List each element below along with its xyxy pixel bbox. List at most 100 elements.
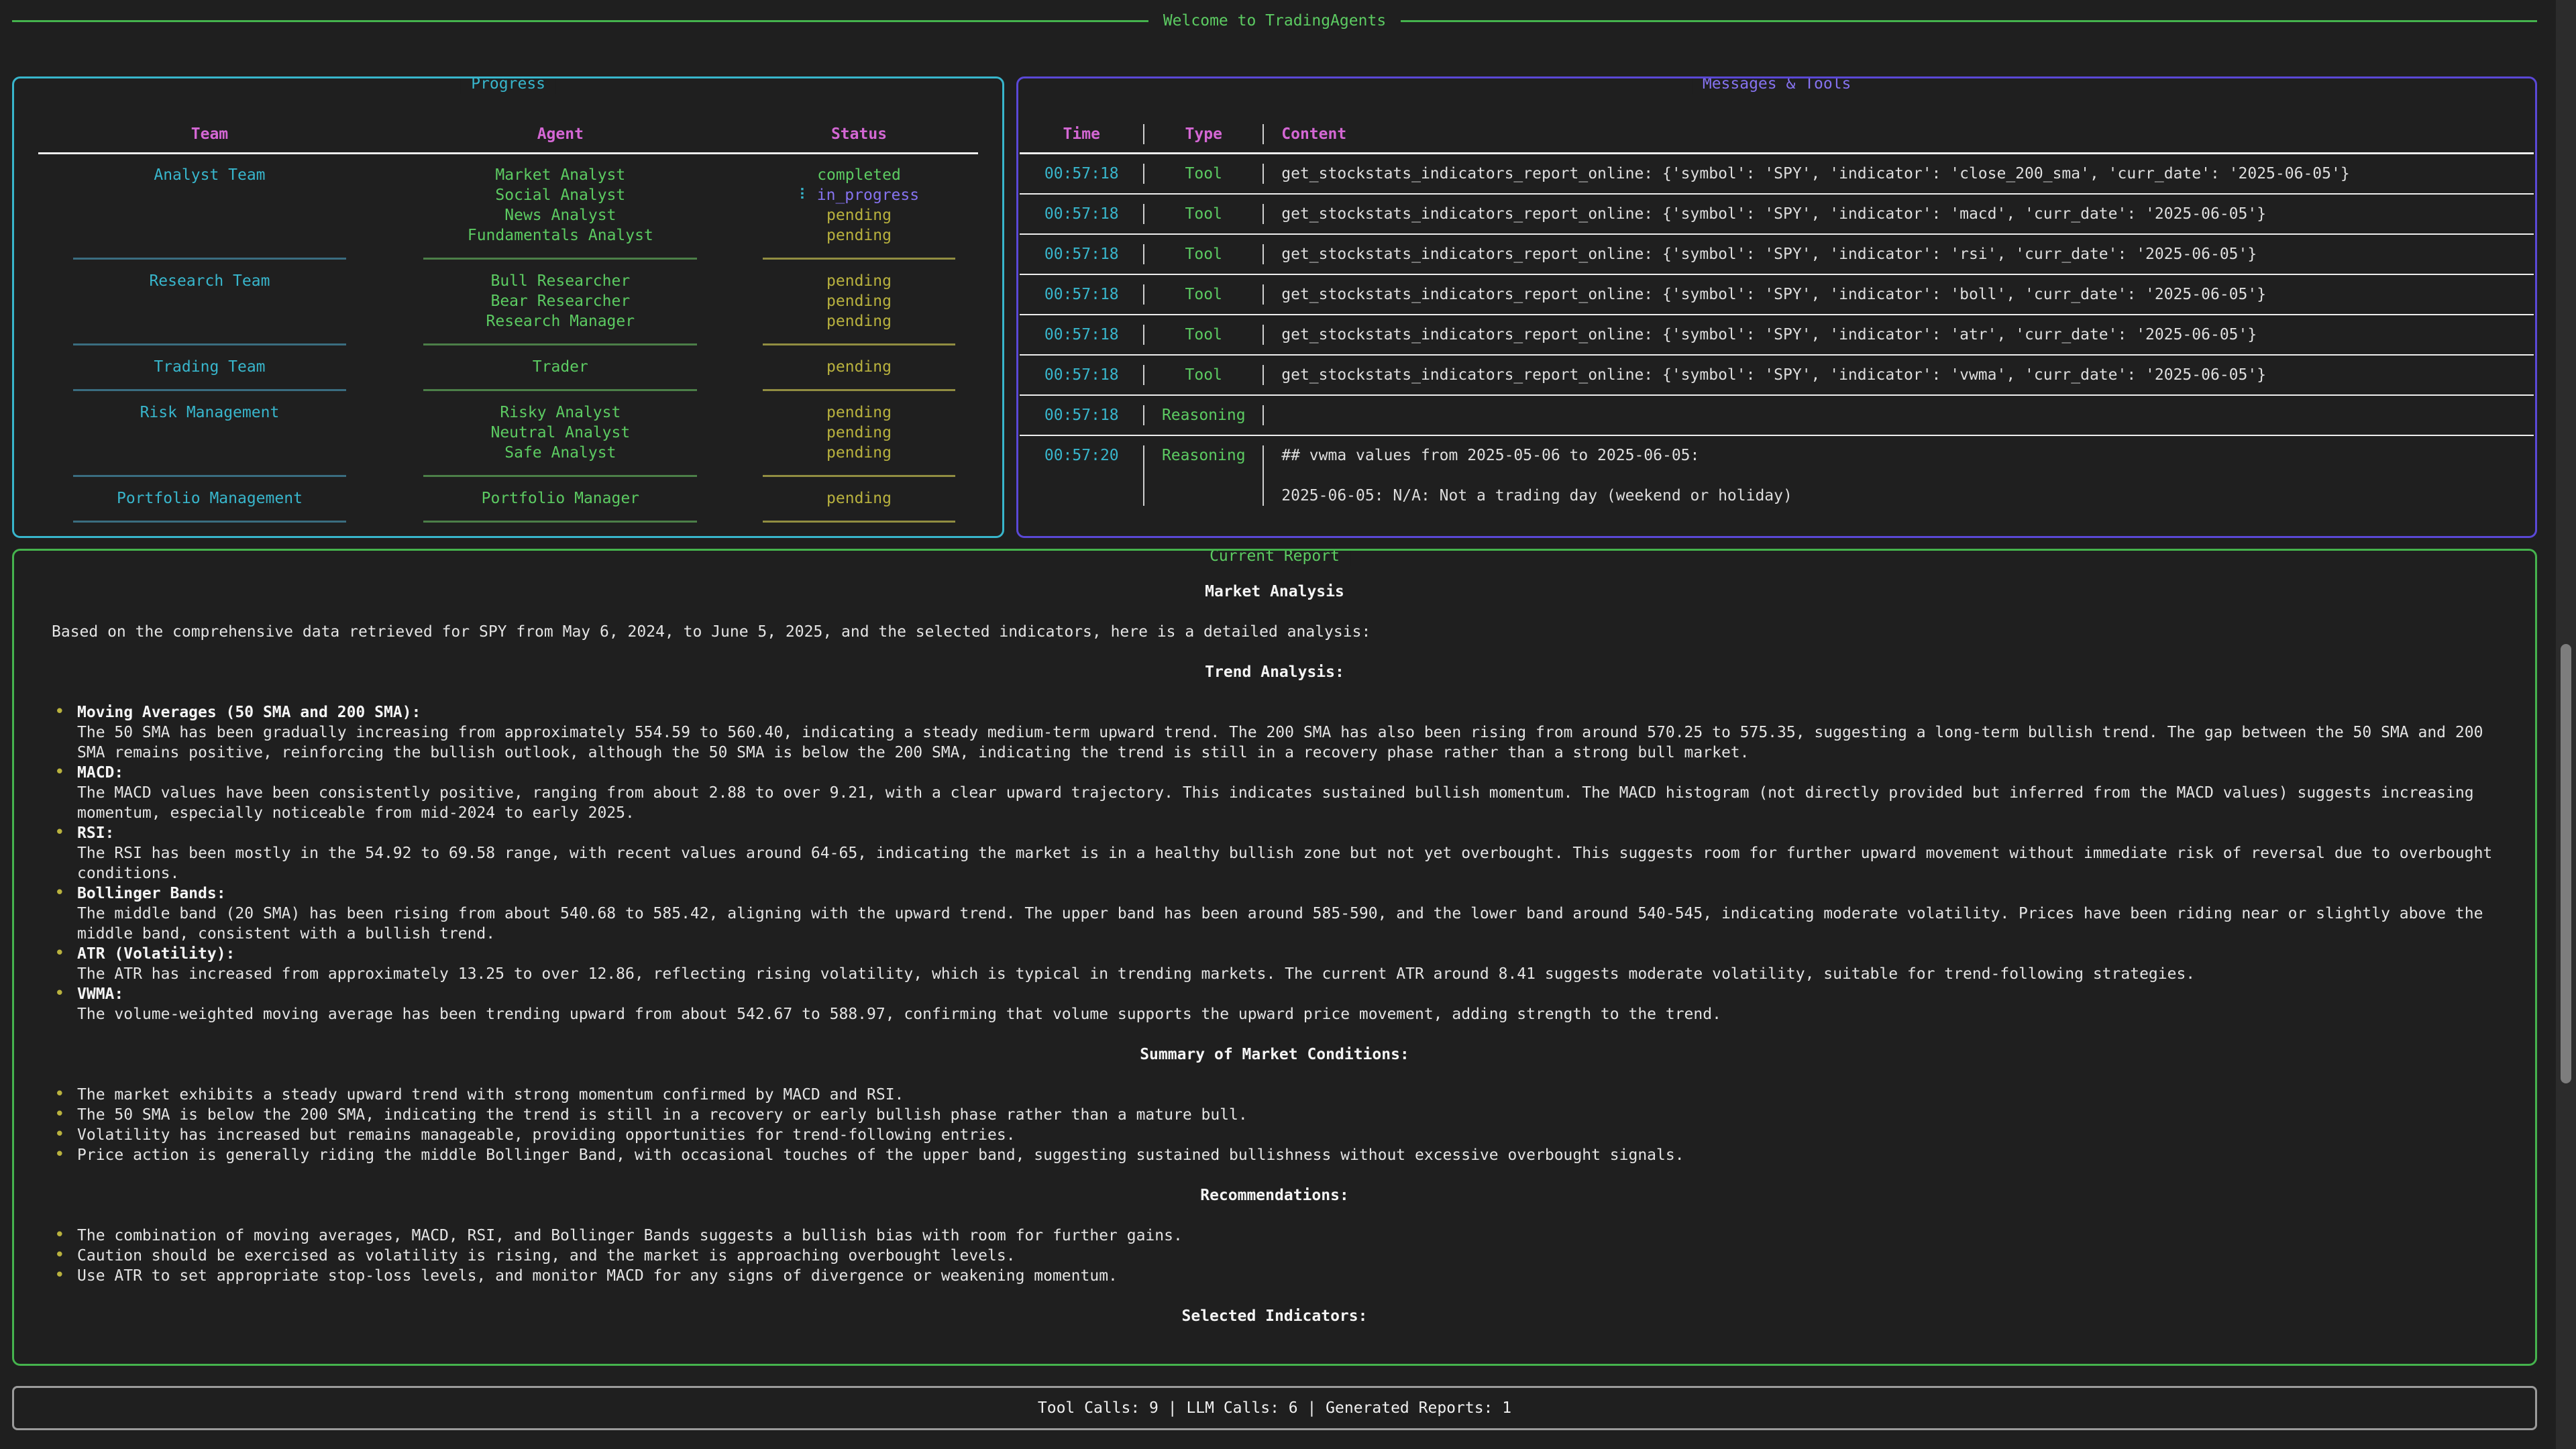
bullet-body: RSI:The RSI has been mostly in the 54.92…	[77, 823, 2498, 883]
bullet-icon: •	[54, 883, 65, 903]
bullet-list: •Moving Averages (50 SMA and 200 SMA):Th…	[52, 702, 2498, 1024]
bullet-item: •RSI:The RSI has been mostly in the 54.9…	[52, 823, 2498, 883]
message-time: 00:57:18	[1020, 204, 1144, 224]
bullet-item: • Use ATR to set appropriate stop-loss le…	[52, 1266, 2498, 1286]
agent-name: Bear Researcher	[385, 291, 736, 311]
spinner-icon: ⠇	[799, 186, 810, 204]
message-content: get_stockstats_indicators_report_online:…	[1264, 325, 2534, 345]
message-time: 00:57:18	[1020, 244, 1144, 264]
agent-name: Neutral Analyst	[385, 423, 736, 443]
bullet-text: The middle band (20 SMA) has been rising…	[77, 904, 2498, 944]
bullet-body: Caution should be exercised as volatilit…	[77, 1246, 2498, 1266]
separator-line	[763, 475, 955, 477]
agent-status: pending	[736, 311, 982, 331]
progress-table-body: Analyst TeamMarket AnalystcompletedSocia…	[34, 165, 982, 531]
report-heading: Market Analysis	[52, 582, 2498, 602]
bullet-term: MACD:	[77, 763, 2498, 783]
agent-name: Trader	[385, 357, 736, 377]
terminal-screen: Welcome to TradingAgents Progress Team A…	[0, 0, 2576, 1449]
progress-row: Social Analyst⠇in_progress	[34, 185, 982, 205]
agent-status: pending	[736, 443, 982, 463]
message-content: ## vwma values from 2025-05-06 to 2025-0…	[1264, 445, 2534, 506]
separator-column	[385, 475, 736, 477]
status-label: in_progress	[817, 186, 919, 204]
agent-status: pending	[736, 423, 982, 443]
scrollbar-thumb[interactable]	[2561, 644, 2571, 1083]
progress-row: Neutral Analystpending	[34, 423, 982, 443]
agent-status: ⠇ in_progress	[736, 185, 982, 205]
message-row: 00:57:18Reasoning	[1020, 396, 2534, 435]
bullet-term: Bollinger Bands:	[77, 883, 2498, 904]
bullet-icon: •	[54, 1104, 65, 1124]
column-header-status: Status	[736, 124, 982, 144]
separator-column	[736, 258, 982, 260]
scrollbar[interactable]	[2556, 0, 2576, 1449]
message-row: 00:57:18Toolget_stockstats_indicators_re…	[1020, 235, 2534, 274]
progress-row: Portfolio ManagementPortfolio Managerpen…	[34, 488, 982, 508]
bullet-body: The 50 SMA is below the 200 SMA, indicat…	[77, 1105, 2498, 1125]
message-row: 00:57:18Toolget_stockstats_indicators_re…	[1020, 154, 2534, 193]
bullet-term: Moving Averages (50 SMA and 200 SMA):	[77, 702, 2498, 722]
bullet-body: The market exhibits a steady upward tren…	[77, 1085, 2498, 1105]
status-label: pending	[826, 490, 892, 507]
bullet-body: Bollinger Bands:The middle band (20 SMA)…	[77, 883, 2498, 944]
bullet-term: RSI:	[77, 823, 2498, 843]
section-heading: Selected Indicators:	[52, 1306, 2498, 1326]
agent-name: Market Analyst	[385, 165, 736, 185]
agent-status: pending	[736, 402, 982, 423]
bullet-icon: •	[54, 1144, 65, 1165]
bullet-item: •The market exhibits a steady upward tre…	[52, 1085, 2498, 1105]
bullet-body: Use ATR to set appropriate stop-loss lev…	[77, 1266, 2498, 1286]
bullet-icon: •	[54, 1225, 65, 1245]
bullet-list: • The combination of moving averages, MAC…	[52, 1226, 2498, 1286]
status-label: pending	[826, 272, 892, 290]
message-content: get_stockstats_indicators_report_online:…	[1264, 164, 2534, 184]
separator-column	[736, 389, 982, 391]
separator-line	[763, 521, 955, 523]
team-name: Analyst Team	[34, 165, 385, 185]
message-time: 00:57:18	[1020, 365, 1144, 385]
bullet-text: Price action is generally riding the mid…	[77, 1145, 2498, 1165]
status-bar-text: Tool Calls: 9 | LLM Calls: 6 | Generated…	[1038, 1398, 1511, 1418]
team-name	[34, 185, 385, 205]
column-header-type: Type	[1144, 124, 1264, 144]
separator-line	[423, 343, 697, 345]
team-separator	[34, 466, 982, 486]
messages-table: Time Type Content 00:57:18Toolget_stocks…	[1018, 78, 2535, 515]
message-type: Tool	[1144, 164, 1264, 184]
message-row: 00:57:18Toolget_stockstats_indicators_re…	[1020, 195, 2534, 233]
bullet-item: •Moving Averages (50 SMA and 200 SMA):Th…	[52, 702, 2498, 763]
bullet-body: VWMA:The volume-weighted moving average …	[77, 984, 2498, 1024]
message-content: get_stockstats_indicators_report_online:…	[1264, 365, 2534, 385]
agent-status: pending	[736, 357, 982, 377]
bullet-text: Use ATR to set appropriate stop-loss lev…	[77, 1266, 2498, 1286]
separator-line	[423, 521, 697, 523]
bullet-body: Volatility has increased but remains man…	[77, 1125, 2498, 1145]
progress-table: Team Agent Status Analyst TeamMarket Ana…	[14, 78, 1002, 531]
team-name: Portfolio Management	[34, 488, 385, 508]
message-type: Reasoning	[1144, 405, 1264, 425]
bullet-text: The 50 SMA has been gradually increasing…	[77, 722, 2498, 763]
bullet-icon: •	[54, 1265, 65, 1285]
message-row: 00:57:18Toolget_stockstats_indicators_re…	[1020, 275, 2534, 314]
bullet-text: The combination of moving averages, MACD…	[77, 1226, 2498, 1246]
progress-table-header: Team Agent Status	[34, 124, 982, 144]
separator-column	[385, 389, 736, 391]
team-name: Trading Team	[34, 357, 385, 377]
report-sections: Trend Analysis:•Moving Averages (50 SMA …	[52, 662, 2498, 1326]
bullet-term: ATR (Volatility):	[77, 944, 2498, 964]
separator-column	[385, 521, 736, 523]
bullet-item: • Bollinger Bands:The middle band (20 SMA…	[52, 883, 2498, 944]
bullet-text: The market exhibits a steady upward tren…	[77, 1085, 2498, 1105]
bullet-item: •Volatility has increased but remains ma…	[52, 1125, 2498, 1145]
message-content: get_stockstats_indicators_report_online:…	[1264, 204, 2534, 224]
status-label: completed	[817, 166, 901, 184]
agent-name: Safe Analyst	[385, 443, 736, 463]
bullet-text: The MACD values have been consistently p…	[77, 783, 2498, 823]
bullet-icon: •	[54, 762, 65, 782]
team-name	[34, 205, 385, 225]
separator-line	[763, 343, 955, 345]
team-name	[34, 225, 385, 246]
message-time: 00:57:18	[1020, 405, 1144, 425]
progress-row: Risk ManagementRisky Analystpending	[34, 402, 982, 423]
